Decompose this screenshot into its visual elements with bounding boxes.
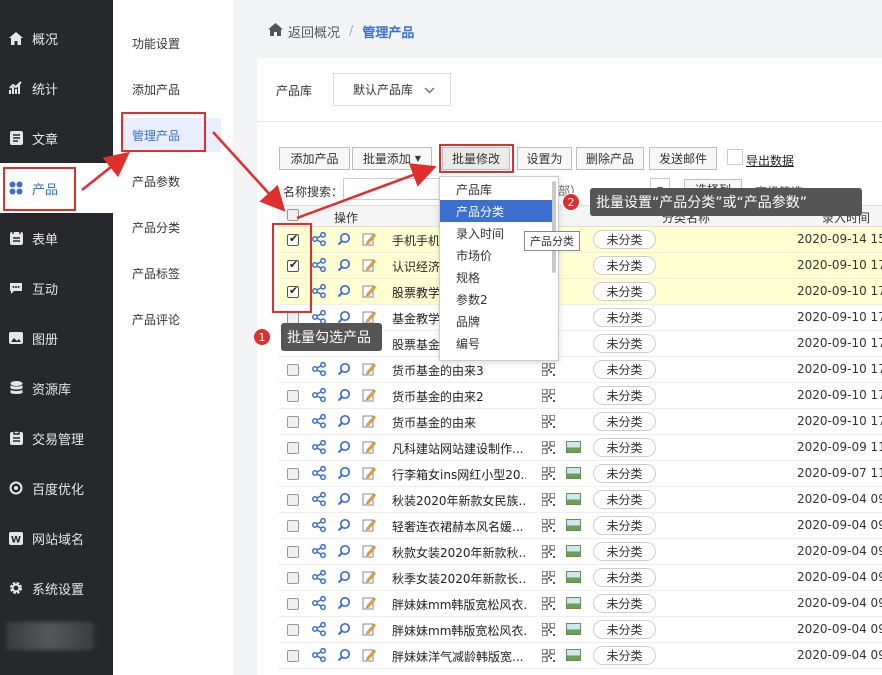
annotation-arrows bbox=[81, 131, 437, 220]
